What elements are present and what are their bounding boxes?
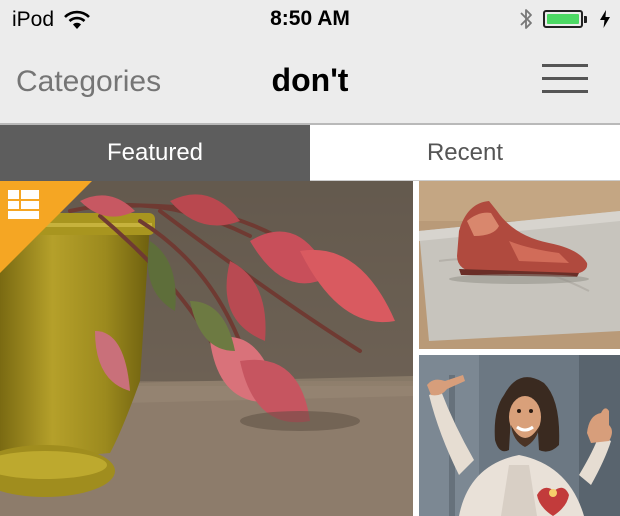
hamburger-menu-icon[interactable] <box>542 62 590 96</box>
status-right <box>519 7 610 31</box>
menu-line <box>542 90 588 93</box>
battery-fill <box>547 14 579 24</box>
status-bar: iPod 8:50 AM <box>0 0 620 40</box>
battery-body <box>543 10 583 28</box>
photo-grid <box>0 181 620 516</box>
charging-bolt-icon <box>600 10 610 28</box>
statue-photo[interactable] <box>419 355 620 516</box>
tab-featured[interactable]: Featured <box>0 125 310 181</box>
menu-line <box>542 64 588 67</box>
categories-back-button[interactable]: Categories <box>16 65 161 99</box>
battery-nub <box>584 15 587 23</box>
plant-photo[interactable] <box>0 181 413 516</box>
bluetooth-icon <box>520 9 532 29</box>
segmented-tabs: Featured Recent <box>0 125 620 181</box>
shoe-photo[interactable] <box>419 181 620 349</box>
battery-icon <box>543 10 587 28</box>
shoe-photo-image <box>419 181 620 349</box>
featured-badge-icon <box>0 181 92 273</box>
tab-recent[interactable]: Recent <box>310 125 620 181</box>
statue-photo-image <box>419 355 620 516</box>
nav-bar: Categories don't <box>0 40 620 125</box>
menu-line <box>542 77 588 80</box>
